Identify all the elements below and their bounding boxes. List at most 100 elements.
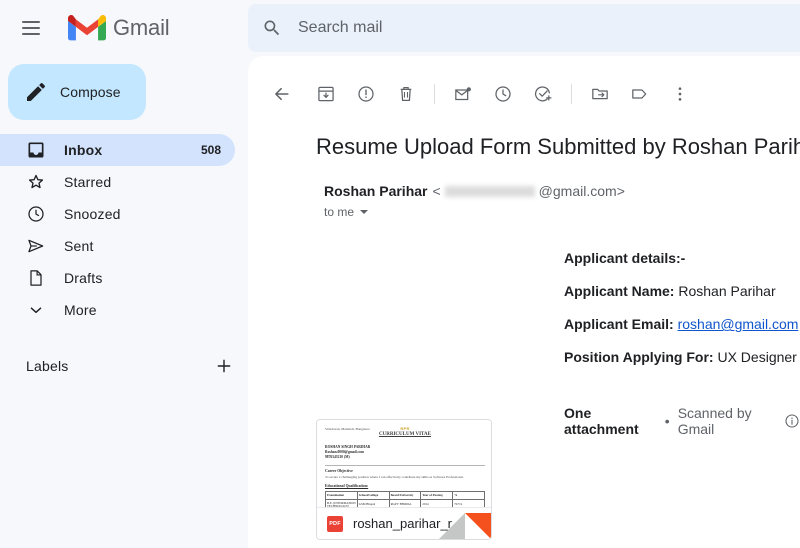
body-heading: Applicant details:-	[564, 250, 686, 266]
toolbar-divider	[571, 84, 572, 104]
preview-objective-text: To secure a challenging position where I…	[325, 474, 464, 479]
back-button[interactable]	[262, 74, 302, 114]
sidebar-label-inbox: Inbox	[64, 142, 103, 158]
main-menu-icon[interactable]	[22, 16, 46, 40]
search-bar[interactable]	[248, 4, 800, 52]
archive-button[interactable]	[306, 74, 346, 114]
compose-label: Compose	[60, 84, 121, 100]
mark-unread-button[interactable]	[443, 74, 483, 114]
preview-objective-heading: Career Objective	[325, 469, 353, 474]
more-vertical-icon	[678, 87, 682, 101]
arrow-left-icon	[275, 87, 289, 101]
label-icon	[632, 89, 647, 99]
scanned-label: Scanned by Gmail	[677, 405, 752, 438]
sidebar-item-drafts[interactable]: Drafts	[0, 262, 248, 294]
attachment-card[interactable]: Vrindavan, Mahendi, Bangalore RPR CURRIC…	[316, 419, 492, 540]
draft-icon	[26, 268, 46, 288]
table-row: Examination School/College Board/Univers…	[325, 491, 485, 501]
body-position: Position Applying For: UX Designer	[564, 349, 800, 365]
toolbar-divider	[434, 84, 435, 104]
body-applicant-name: Applicant Name: Roshan Parihar	[564, 283, 800, 299]
sender-email: < @gmail.com >	[432, 183, 624, 199]
sender-name: Roshan Parihar	[324, 183, 428, 199]
sidebar-label-sent: Sent	[64, 238, 94, 254]
separator-dot: •	[664, 413, 670, 430]
brand-label: Gmail	[113, 15, 170, 40]
labels-button[interactable]	[620, 74, 660, 114]
add-task-icon	[535, 86, 552, 102]
table-header-cell: %	[452, 491, 485, 501]
clock-icon	[26, 204, 46, 224]
table-header-cell: Board/University	[388, 491, 422, 501]
email-subject: Resume Upload Form Submitted by Roshan P…	[316, 134, 800, 159]
sidebar-item-starred[interactable]: Starred	[0, 166, 248, 198]
preview-contact-phone: 9876543210 (M)	[325, 455, 350, 460]
clock-icon	[495, 86, 511, 102]
applicant-email-link[interactable]: roshan@gmail.com	[678, 316, 799, 332]
preview-divider	[325, 464, 485, 466]
email-detail-panel: Resume Upload Form Submitted by Roshan P…	[248, 56, 800, 548]
recipient-toggle[interactable]: to me	[324, 205, 369, 219]
sidebar-item-inbox[interactable]: Inbox 508	[0, 134, 235, 166]
redacted-email-local-part	[444, 185, 535, 197]
email-domain: @gmail.com	[538, 183, 617, 199]
report-spam-button[interactable]	[346, 74, 386, 114]
archive-icon	[318, 86, 334, 102]
mark-unread-icon	[455, 87, 471, 101]
gmail-logo-icon	[68, 14, 106, 40]
email-bracket-close: >	[616, 183, 625, 199]
sender-line: Roshan Parihar < @gmail.com >	[324, 183, 625, 199]
table-header-cell: Examination	[325, 491, 358, 501]
plus-icon[interactable]	[214, 356, 234, 376]
sender-row: Roshan Parihar < @gmail.com > to me	[248, 182, 800, 222]
sidebar: Compose Inbox 508 Starred Snoozed Sent D…	[0, 56, 248, 548]
position-value: UX Designer	[717, 349, 797, 366]
move-to-button[interactable]	[580, 74, 620, 114]
sidebar-item-snoozed[interactable]: Snoozed	[0, 198, 248, 230]
send-icon	[26, 236, 46, 256]
preview-contact: ROSHAN SINGH PARIHAR Roshan.0000@gmail.c…	[325, 445, 485, 461]
sidebar-label-starred: Starred	[64, 174, 112, 190]
corner-fold-accent	[465, 513, 491, 539]
sidebar-nav: Inbox 508 Starred Snoozed Sent Drafts Mo…	[0, 134, 248, 326]
email-toolbar	[248, 70, 800, 118]
attachment-count: One attachment	[564, 405, 639, 438]
star-icon	[26, 172, 46, 192]
move-to-folder-icon	[592, 88, 608, 100]
sender-info: Roshan Parihar < @gmail.com > to me	[324, 182, 625, 222]
table-header-cell: Year of Passing	[420, 491, 454, 501]
delete-button[interactable]	[386, 74, 426, 114]
pencil-icon	[27, 82, 46, 101]
gmail-window: Gmail Compose Inbox 5	[0, 0, 800, 548]
gmail-brand[interactable]: Gmail	[68, 14, 170, 43]
labels-title: Labels	[26, 358, 69, 374]
sidebar-item-more[interactable]: More	[0, 294, 248, 326]
sidebar-label-drafts: Drafts	[64, 270, 103, 286]
table-header-cell: School/College	[356, 491, 390, 501]
inbox-icon	[26, 140, 46, 160]
email-body: Applicant details:- Applicant Name: Rosh…	[248, 250, 800, 365]
pdf-file-icon: PDF	[327, 515, 343, 532]
sidebar-item-sent[interactable]: Sent	[0, 230, 248, 262]
position-label: Position Applying For:	[564, 349, 714, 366]
recipient-label: to me	[324, 205, 355, 219]
add-to-tasks-button[interactable]	[523, 74, 563, 114]
sidebar-label-more: More	[64, 302, 97, 318]
report-spam-icon	[358, 86, 374, 102]
snooze-button[interactable]	[483, 74, 523, 114]
inbox-unread-count: 508	[200, 143, 221, 157]
trash-icon	[400, 86, 412, 102]
labels-section-header: Labels	[0, 350, 248, 382]
preview-title: CURRICULUM VITAE	[379, 432, 431, 437]
preview-address: Vrindavan, Mahendi, Bangalore	[325, 427, 370, 431]
top-bar: Gmail	[0, 0, 800, 56]
more-options-button[interactable]	[660, 74, 700, 114]
sidebar-label-snoozed: Snoozed	[64, 206, 121, 222]
search-icon	[264, 20, 280, 36]
chevron-down-icon	[360, 210, 369, 214]
applicant-email-label: Applicant Email:	[564, 316, 674, 333]
search-input[interactable]	[298, 19, 718, 37]
info-icon[interactable]	[784, 413, 800, 429]
body-applicant-email: Applicant Email: roshan@gmail.com	[564, 316, 800, 332]
compose-button[interactable]: Compose	[8, 64, 146, 120]
